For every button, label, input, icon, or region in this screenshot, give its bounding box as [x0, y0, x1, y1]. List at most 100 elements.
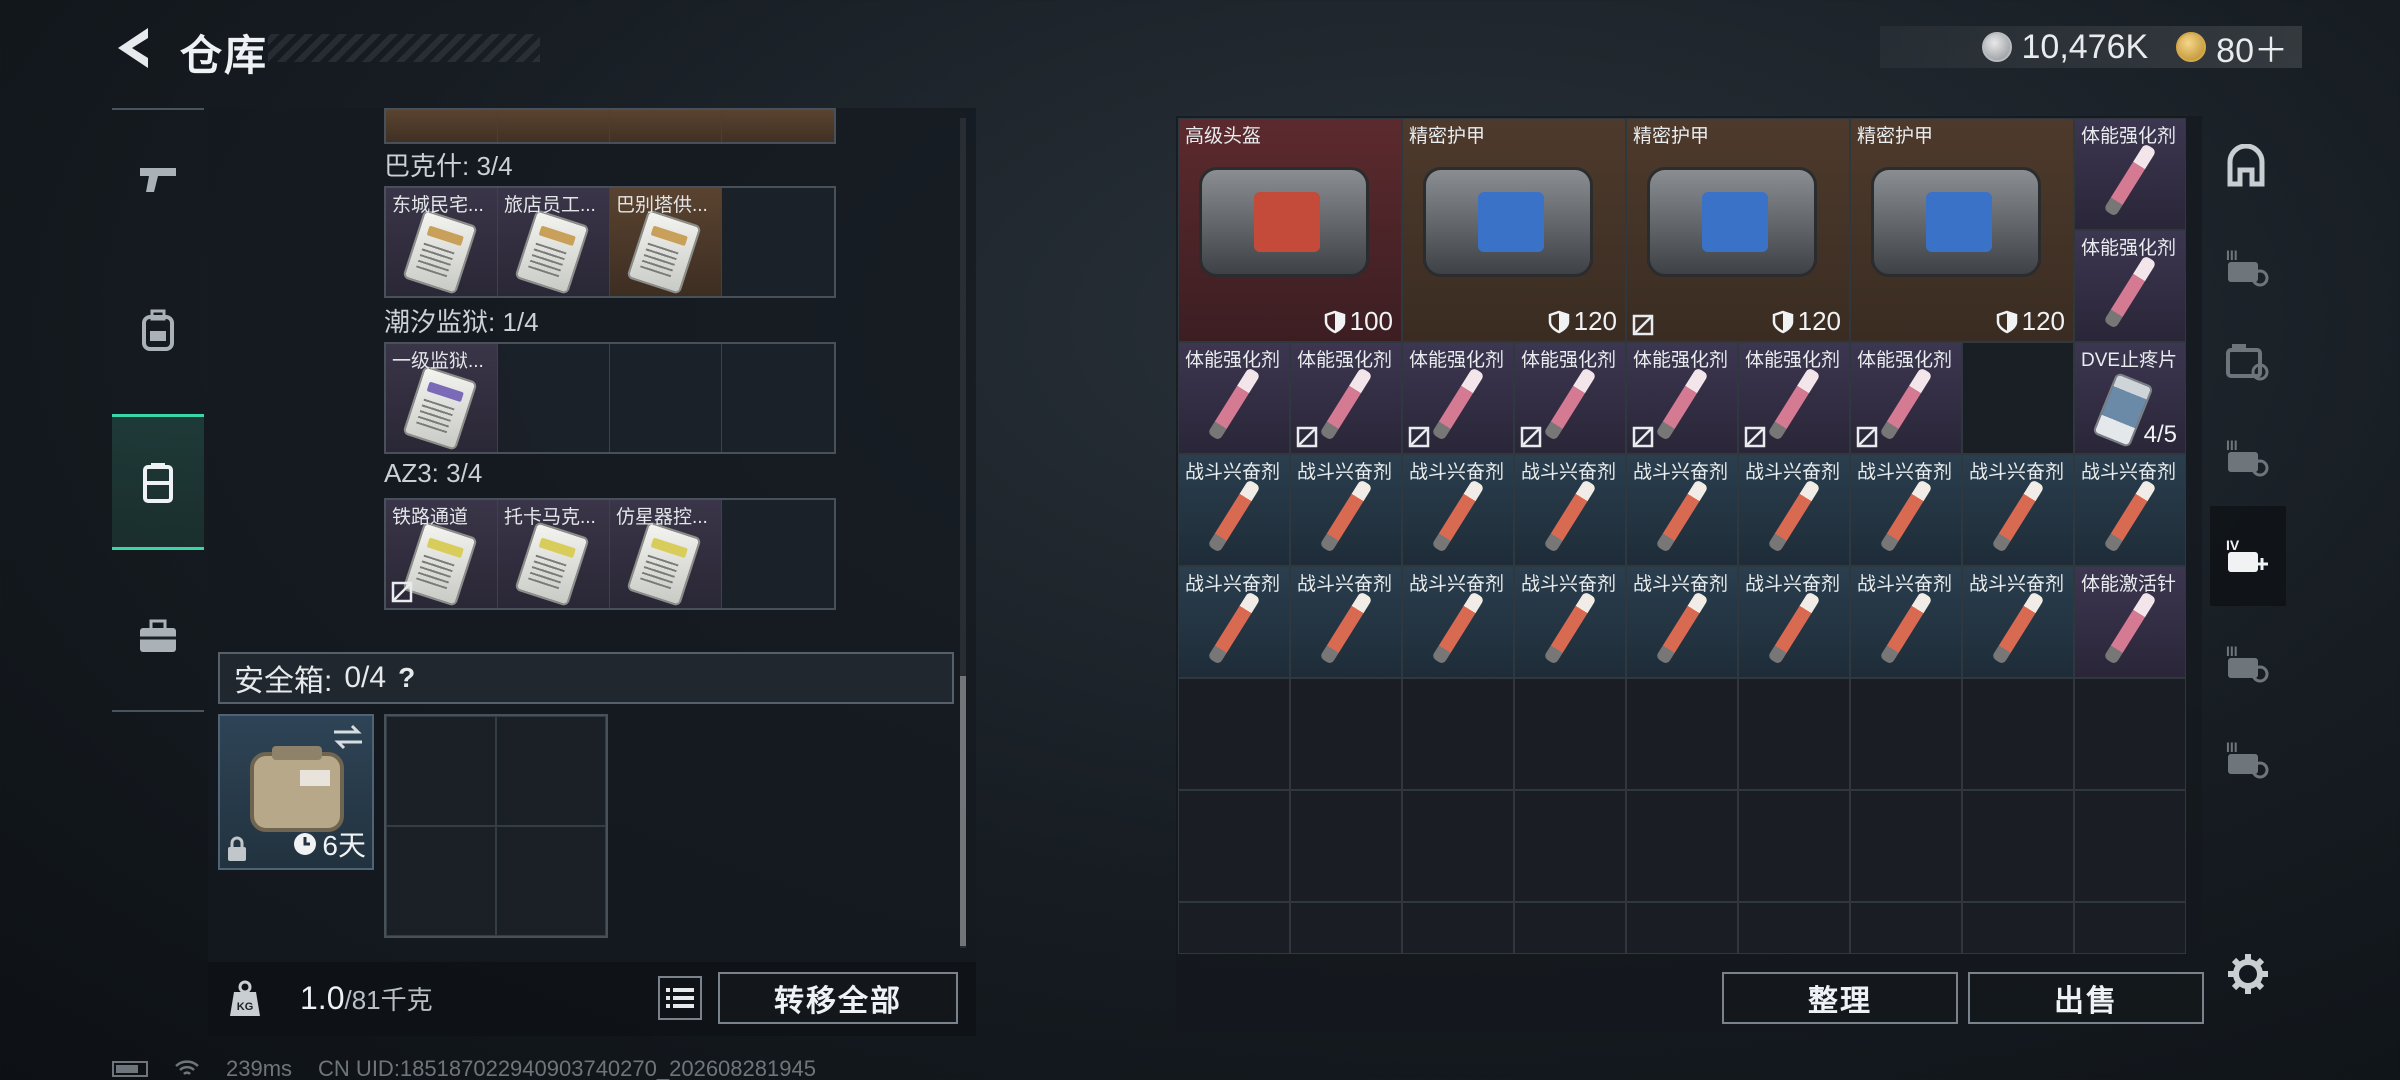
consumable-item[interactable]: 战斗兴奋剂 — [1514, 566, 1626, 678]
consumable-item[interactable]: 战斗兴奋剂 — [1850, 566, 1962, 678]
sell-button[interactable]: 出售 — [1968, 972, 2204, 1024]
empty-slot[interactable] — [1962, 678, 2074, 790]
consumable-item[interactable]: 战斗兴奋剂 — [1178, 454, 1290, 566]
consumable-item[interactable]: 战斗兴奋剂 — [1850, 454, 1962, 566]
nav-item-weapon[interactable] — [112, 110, 204, 246]
empty-slot[interactable] — [1962, 342, 2074, 454]
consumable-item[interactable]: 战斗兴奋剂 — [1738, 566, 1850, 678]
empty-slot[interactable] — [1626, 902, 1738, 954]
empty-slot[interactable] — [1514, 790, 1626, 902]
consumable-item[interactable]: 体能强化剂 — [1738, 342, 1850, 454]
transfer-all-button[interactable]: 转移全部 — [718, 972, 958, 1024]
keycard-slot[interactable]: 托卡马克... — [498, 500, 610, 608]
nav-item-toolbox[interactable] — [112, 568, 204, 704]
empty-slot[interactable] — [1290, 790, 1402, 902]
empty-keycard-slot[interactable] — [722, 344, 834, 452]
consumable-item[interactable]: 体能强化剂 — [1178, 342, 1290, 454]
empty-slot[interactable] — [1290, 678, 1402, 790]
safebox-slot[interactable] — [386, 716, 496, 826]
warehouse-tab-1[interactable] — [2210, 116, 2286, 216]
consumable-item[interactable]: 战斗兴奋剂 — [1626, 454, 1738, 566]
list-view-button[interactable] — [658, 976, 702, 1020]
back-arrow-icon[interactable] — [108, 22, 156, 74]
keycard-slot[interactable]: 一级监狱... — [386, 344, 498, 452]
empty-slot[interactable] — [1962, 902, 2074, 954]
empty-slot[interactable] — [1290, 902, 1402, 954]
keycard-slot[interactable]: 巴别塔供... — [610, 188, 722, 296]
empty-slot[interactable] — [1738, 902, 1850, 954]
empty-slot[interactable] — [1626, 678, 1738, 790]
consumable-item[interactable]: 战斗兴奋剂 — [1738, 454, 1850, 566]
consumable-item[interactable]: 体能激活针 — [2074, 566, 2186, 678]
consumable-item[interactable]: 4/5 DVE止疼片 — [2074, 342, 2186, 454]
consumable-item[interactable]: 战斗兴奋剂 — [1402, 566, 1514, 678]
consumable-item[interactable]: 战斗兴奋剂 — [1290, 566, 1402, 678]
gear-icon[interactable] — [2226, 952, 2270, 996]
safebox-slot[interactable] — [386, 826, 496, 936]
swap-icon[interactable] — [332, 724, 364, 750]
empty-slot[interactable] — [1850, 790, 1962, 902]
empty-slot[interactable] — [1962, 790, 2074, 902]
consumable-item[interactable]: 战斗兴奋剂 — [1178, 566, 1290, 678]
warehouse-tab-5[interactable]: IV — [2210, 506, 2286, 606]
warehouse-tab-3[interactable] — [2210, 310, 2286, 410]
gold-currency-value[interactable]: 80＋ — [2216, 23, 2288, 72]
empty-slot[interactable] — [1850, 678, 1962, 790]
warehouse-tab-2[interactable]: III — [2210, 216, 2286, 316]
armor-bag-icon — [1647, 167, 1817, 277]
gear-item[interactable]: 高级头盔 100 — [1178, 118, 1402, 342]
consumable-item[interactable]: 体能强化剂 — [1626, 342, 1738, 454]
empty-slot[interactable] — [1850, 902, 1962, 954]
shield-icon — [1996, 310, 2017, 333]
warehouse-tab-7[interactable]: III — [2210, 708, 2286, 808]
consumable-item[interactable]: 战斗兴奋剂 — [1962, 454, 2074, 566]
keycard-slot[interactable]: 东城民宅... — [386, 188, 498, 296]
empty-slot[interactable] — [2074, 790, 2186, 902]
gear-item[interactable]: 精密护甲 120 — [1402, 118, 1626, 342]
empty-slot[interactable] — [1514, 902, 1626, 954]
empty-keycard-slot[interactable] — [722, 500, 834, 608]
empty-slot[interactable] — [1514, 678, 1626, 790]
keycard-slot[interactable]: 旅店员工... — [498, 188, 610, 296]
safebox-help-icon[interactable]: ? — [398, 662, 415, 694]
consumable-item[interactable]: 体能强化剂 — [1850, 342, 1962, 454]
consumable-item[interactable]: 战斗兴奋剂 — [1514, 454, 1626, 566]
empty-slot[interactable] — [1402, 790, 1514, 902]
empty-slot[interactable] — [1178, 678, 1290, 790]
safebox-slot[interactable] — [496, 826, 606, 936]
empty-keycard-slot[interactable] — [722, 188, 834, 296]
empty-slot[interactable] — [1178, 902, 1290, 954]
consumable-item[interactable]: 战斗兴奋剂 — [1626, 566, 1738, 678]
left-scrollbar-thumb[interactable] — [960, 676, 966, 946]
gear-item[interactable]: 精密护甲 120 — [1626, 118, 1850, 342]
nav-item-chest-rig[interactable] — [112, 414, 204, 550]
consumable-item[interactable]: 体能强化剂 — [1402, 342, 1514, 454]
nav-item-backpack[interactable] — [112, 262, 204, 398]
consumable-item[interactable]: 体能强化剂 — [2074, 230, 2186, 342]
consumable-item[interactable]: 战斗兴奋剂 — [2074, 454, 2186, 566]
empty-keycard-slot[interactable] — [610, 344, 722, 452]
safebox-item[interactable]: 6天 — [218, 714, 374, 870]
empty-slot[interactable] — [2074, 902, 2186, 954]
empty-slot[interactable] — [1738, 678, 1850, 790]
empty-slot[interactable] — [1178, 790, 1290, 902]
keycard-slot[interactable]: 铁路通道 — [386, 500, 498, 608]
consumable-item[interactable]: 体能强化剂 — [1290, 342, 1402, 454]
consumable-item[interactable]: 战斗兴奋剂 — [1402, 454, 1514, 566]
consumable-item[interactable]: 战斗兴奋剂 — [1962, 566, 2074, 678]
empty-slot[interactable] — [1402, 902, 1514, 954]
empty-slot[interactable] — [1626, 790, 1738, 902]
consumable-item[interactable]: 体能强化剂 — [1514, 342, 1626, 454]
empty-keycard-slot[interactable] — [498, 344, 610, 452]
consumable-item[interactable]: 战斗兴奋剂 — [1290, 454, 1402, 566]
warehouse-tab-6[interactable]: III — [2210, 612, 2286, 712]
safebox-slot[interactable] — [496, 716, 606, 826]
empty-slot[interactable] — [2074, 678, 2186, 790]
empty-slot[interactable] — [1738, 790, 1850, 902]
consumable-item[interactable]: 体能强化剂 — [2074, 118, 2186, 230]
empty-slot[interactable] — [1402, 678, 1514, 790]
sort-button[interactable]: 整理 — [1722, 972, 1958, 1024]
warehouse-tab-4[interactable]: III — [2210, 406, 2286, 506]
keycard-slot[interactable]: 仿星器控... — [610, 500, 722, 608]
gear-item[interactable]: 精密护甲 120 — [1850, 118, 2074, 342]
